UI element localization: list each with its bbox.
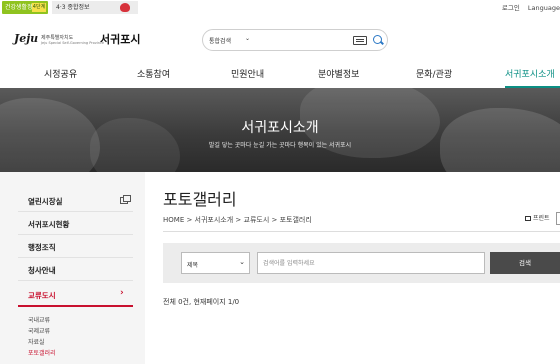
- health-info-badge[interactable]: 건강생활정보 4단계: [2, 1, 48, 14]
- search-scope-select[interactable]: 통합검색 ⌄: [209, 35, 250, 45]
- search-scope-label: 통합검색: [209, 38, 232, 45]
- sidenav-sub-archive[interactable]: 자료실: [28, 337, 45, 346]
- logo-province-english: Jeju Special Self-Governing Province: [41, 41, 105, 45]
- hero-title: 서귀포시소개: [241, 120, 319, 136]
- share-button[interactable]: [556, 212, 560, 225]
- main-nav: 시정공유 소통참여 민원안내 분야별정보 문화/관광 서귀포시소개: [0, 62, 560, 88]
- breadcrumb: HOME > 서귀포시소개 > 교류도시 > 포토갤러리: [163, 216, 312, 224]
- external-link-icon: [120, 195, 131, 204]
- chevron-down-icon: ⌄: [239, 258, 245, 266]
- logo-city-name: 서귀포시: [100, 33, 141, 46]
- jeju43-info-label: 4·3 종합정보: [56, 4, 90, 11]
- nav-city-administration[interactable]: 시정공유: [44, 67, 77, 80]
- sidenav-divider: [18, 234, 133, 235]
- print-label: 프린트: [533, 215, 550, 222]
- sidenav-item-open-mayor-office[interactable]: 열린시장실: [28, 196, 63, 207]
- sidenav-item-sister-cities[interactable]: 교류도시: [28, 290, 56, 301]
- sidenav-sub-domestic[interactable]: 국내교류: [28, 315, 50, 324]
- sidenav-active-indicator: [18, 305, 133, 307]
- printer-icon: [525, 216, 531, 221]
- chevron-right-icon: ›: [120, 288, 124, 298]
- nav-participation[interactable]: 소통참여: [137, 67, 170, 80]
- sidenav-divider: [18, 257, 133, 258]
- search-field-value: 제목: [187, 262, 199, 269]
- search-icon[interactable]: [373, 35, 382, 44]
- health-level-tag: 4단계: [32, 3, 46, 12]
- utility-links: 로그인 Language: [496, 2, 560, 12]
- nav-about-seogwipo[interactable]: 서귀포시소개: [505, 67, 555, 80]
- sidenav-item-office-guide[interactable]: 청사안내: [28, 265, 56, 276]
- search-filter-panel: 제목 ⌄ 검색: [163, 243, 560, 283]
- search-field-select[interactable]: 제목 ⌄: [181, 252, 250, 274]
- search-keyword-input[interactable]: [257, 252, 485, 274]
- global-search: 통합검색 ⌄: [202, 29, 388, 51]
- jeju-logo-mark: Jeju: [14, 32, 39, 45]
- nav-culture-tourism[interactable]: 문화/관광: [416, 67, 452, 80]
- jeju43-info-badge[interactable]: 4·3 종합정보: [52, 1, 138, 14]
- title-divider: [163, 231, 560, 232]
- camellia-icon: [120, 3, 130, 12]
- chevron-down-icon: ⌄: [245, 35, 251, 42]
- site-header: Jeju 제주특별자치도 Jeju Special Self-Governing…: [0, 16, 560, 62]
- search-submit-button[interactable]: 검색: [490, 252, 560, 274]
- hero-subtitle: 발길 닿는 곳마다 눈길 가는 곳마다 행복이 있는 서귀포시: [208, 142, 352, 149]
- print-button[interactable]: 프린트: [525, 213, 550, 222]
- hero-banner: 서귀포시소개 발길 닿는 곳마다 눈길 가는 곳마다 행복이 있는 서귀포시: [0, 88, 560, 172]
- sidenav-item-organization[interactable]: 행정조직: [28, 242, 56, 253]
- result-count: 전체 0건, 현재페이지 1/0: [163, 298, 240, 306]
- sidenav-sub-international[interactable]: 국제교류: [28, 326, 50, 335]
- nav-field-info[interactable]: 분야별정보: [318, 67, 359, 80]
- sidenav-sub-photo-gallery[interactable]: 포토갤러리: [28, 348, 56, 357]
- page-title: 포토갤러리: [163, 190, 237, 209]
- sidenav-item-city-status[interactable]: 서귀포시현황: [28, 219, 69, 230]
- keyboard-icon[interactable]: [353, 36, 367, 45]
- utility-bar: 건강생활정보 4단계 4·3 종합정보 로그인 Language: [0, 0, 560, 16]
- sidenav-divider: [18, 280, 133, 281]
- logo-province-name: 제주특별자치도: [41, 35, 74, 41]
- nav-civil-service[interactable]: 민원안내: [231, 67, 264, 80]
- login-link[interactable]: 로그인: [502, 4, 520, 12]
- sidenav-divider: [18, 211, 133, 212]
- language-link[interactable]: Language: [528, 4, 560, 12]
